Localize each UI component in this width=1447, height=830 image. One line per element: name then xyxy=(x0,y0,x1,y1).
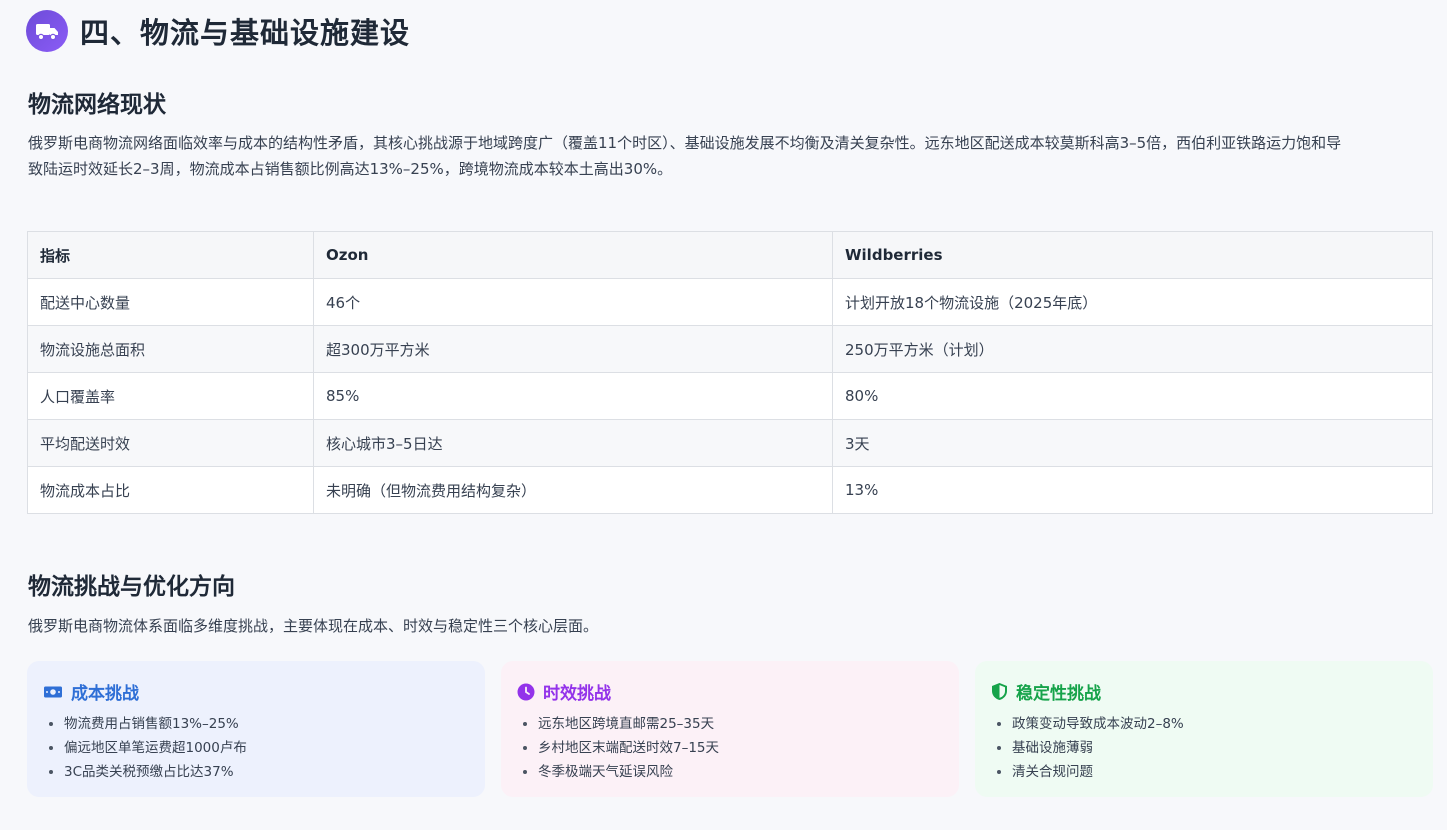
table-cell: 核心城市3–5日达 xyxy=(313,419,833,467)
challenges-heading: 物流挑战与优化方向 xyxy=(28,574,235,600)
table-cell: 250万平方米（计划） xyxy=(832,325,1433,373)
table-cell: 3天 xyxy=(832,419,1433,467)
table-row: 配送中心数量 46个 计划开放18个物流设施（2025年底） xyxy=(27,278,1433,326)
list-item: 清关合规问题 xyxy=(995,760,1417,784)
money-icon xyxy=(43,684,63,700)
card-list: 远东地区跨境直邮需25–35天 乡村地区末端配送时效7–15天 冬季极端天气延误… xyxy=(517,712,943,784)
table-cell: 计划开放18个物流设施（2025年底） xyxy=(832,278,1433,326)
card-list: 政策变动导致成本波动2–8% 基础设施薄弱 清关合规问题 xyxy=(991,712,1417,784)
table-cell: 物流设施总面积 xyxy=(27,325,314,373)
table-cell: 人口覆盖率 xyxy=(27,372,314,420)
table-header-cell: Wildberries xyxy=(832,231,1433,279)
status-heading: 物流网络现状 xyxy=(28,92,166,118)
cost-challenge-card: 成本挑战 物流费用占销售额13%–25% 偏远地区单笔运费超1000卢布 3C品… xyxy=(27,661,485,797)
table-row: 物流成本占比 未明确（但物流费用结构复杂） 13% xyxy=(27,466,1433,514)
shield-icon xyxy=(991,682,1008,701)
card-title: 稳定性挑战 xyxy=(1016,684,1101,704)
list-item: 乡村地区末端配送时效7–15天 xyxy=(521,736,943,760)
table-row: 人口覆盖率 85% 80% xyxy=(27,372,1433,420)
table-cell: 平均配送时效 xyxy=(27,419,314,467)
truck-icon xyxy=(26,10,68,52)
card-header: 时效挑战 xyxy=(517,679,943,704)
logistics-comparison-table: 指标 Ozon Wildberries 配送中心数量 46个 计划开放18个物流… xyxy=(27,231,1433,514)
status-paragraph: 俄罗斯电商物流网络面临效率与成本的结构性矛盾，其核心挑战源于地域跨度广（覆盖11… xyxy=(28,130,1428,182)
card-header: 成本挑战 xyxy=(43,679,469,704)
list-item: 冬季极端天气延误风险 xyxy=(521,760,943,784)
section-title: 四、物流与基础设施建设 xyxy=(80,16,411,50)
list-item: 远东地区跨境直邮需25–35天 xyxy=(521,712,943,736)
stability-challenge-card: 稳定性挑战 政策变动导致成本波动2–8% 基础设施薄弱 清关合规问题 xyxy=(975,661,1433,797)
page: 四、物流与基础设施建设 物流网络现状 俄罗斯电商物流网络面临效率与成本的结构性矛… xyxy=(0,0,1447,830)
card-list: 物流费用占销售额13%–25% 偏远地区单笔运费超1000卢布 3C品类关税预缴… xyxy=(43,712,469,784)
table-cell: 46个 xyxy=(313,278,833,326)
challenges-intro: 俄罗斯电商物流体系面临多维度挑战，主要体现在成本、时效与稳定性三个核心层面。 xyxy=(28,617,599,635)
table-cell: 85% xyxy=(313,372,833,420)
table-cell: 13% xyxy=(832,466,1433,514)
section-header: 四、物流与基础设施建设 xyxy=(26,10,410,52)
table-row: 平均配送时效 核心城市3–5日达 3天 xyxy=(27,419,1433,467)
table-cell: 未明确（但物流费用结构复杂） xyxy=(313,466,833,514)
table-cell: 物流成本占比 xyxy=(27,466,314,514)
list-item: 物流费用占销售额13%–25% xyxy=(47,712,469,736)
table-header-cell: 指标 xyxy=(27,231,314,279)
card-header: 稳定性挑战 xyxy=(991,679,1417,704)
time-challenge-card: 时效挑战 远东地区跨境直邮需25–35天 乡村地区末端配送时效7–15天 冬季极… xyxy=(501,661,959,797)
card-title: 时效挑战 xyxy=(543,684,611,704)
list-item: 3C品类关税预缴占比达37% xyxy=(47,760,469,784)
table-row: 物流设施总面积 超300万平方米 250万平方米（计划） xyxy=(27,325,1433,373)
table-cell: 80% xyxy=(832,372,1433,420)
list-item: 政策变动导致成本波动2–8% xyxy=(995,712,1417,736)
card-title: 成本挑战 xyxy=(71,684,139,704)
list-item: 偏远地区单笔运费超1000卢布 xyxy=(47,736,469,760)
status-paragraph-line2: 致陆运时效延长2–3周，物流成本占销售额比例高达13%–25%，跨境物流成本较本… xyxy=(28,160,673,178)
table-header-cell: Ozon xyxy=(313,231,833,279)
table-cell: 配送中心数量 xyxy=(27,278,314,326)
table-cell: 超300万平方米 xyxy=(313,325,833,373)
list-item: 基础设施薄弱 xyxy=(995,736,1417,760)
status-paragraph-line1: 俄罗斯电商物流网络面临效率与成本的结构性矛盾，其核心挑战源于地域跨度广（覆盖11… xyxy=(28,134,1342,152)
table-header-row: 指标 Ozon Wildberries xyxy=(27,231,1433,279)
clock-icon xyxy=(517,683,535,701)
